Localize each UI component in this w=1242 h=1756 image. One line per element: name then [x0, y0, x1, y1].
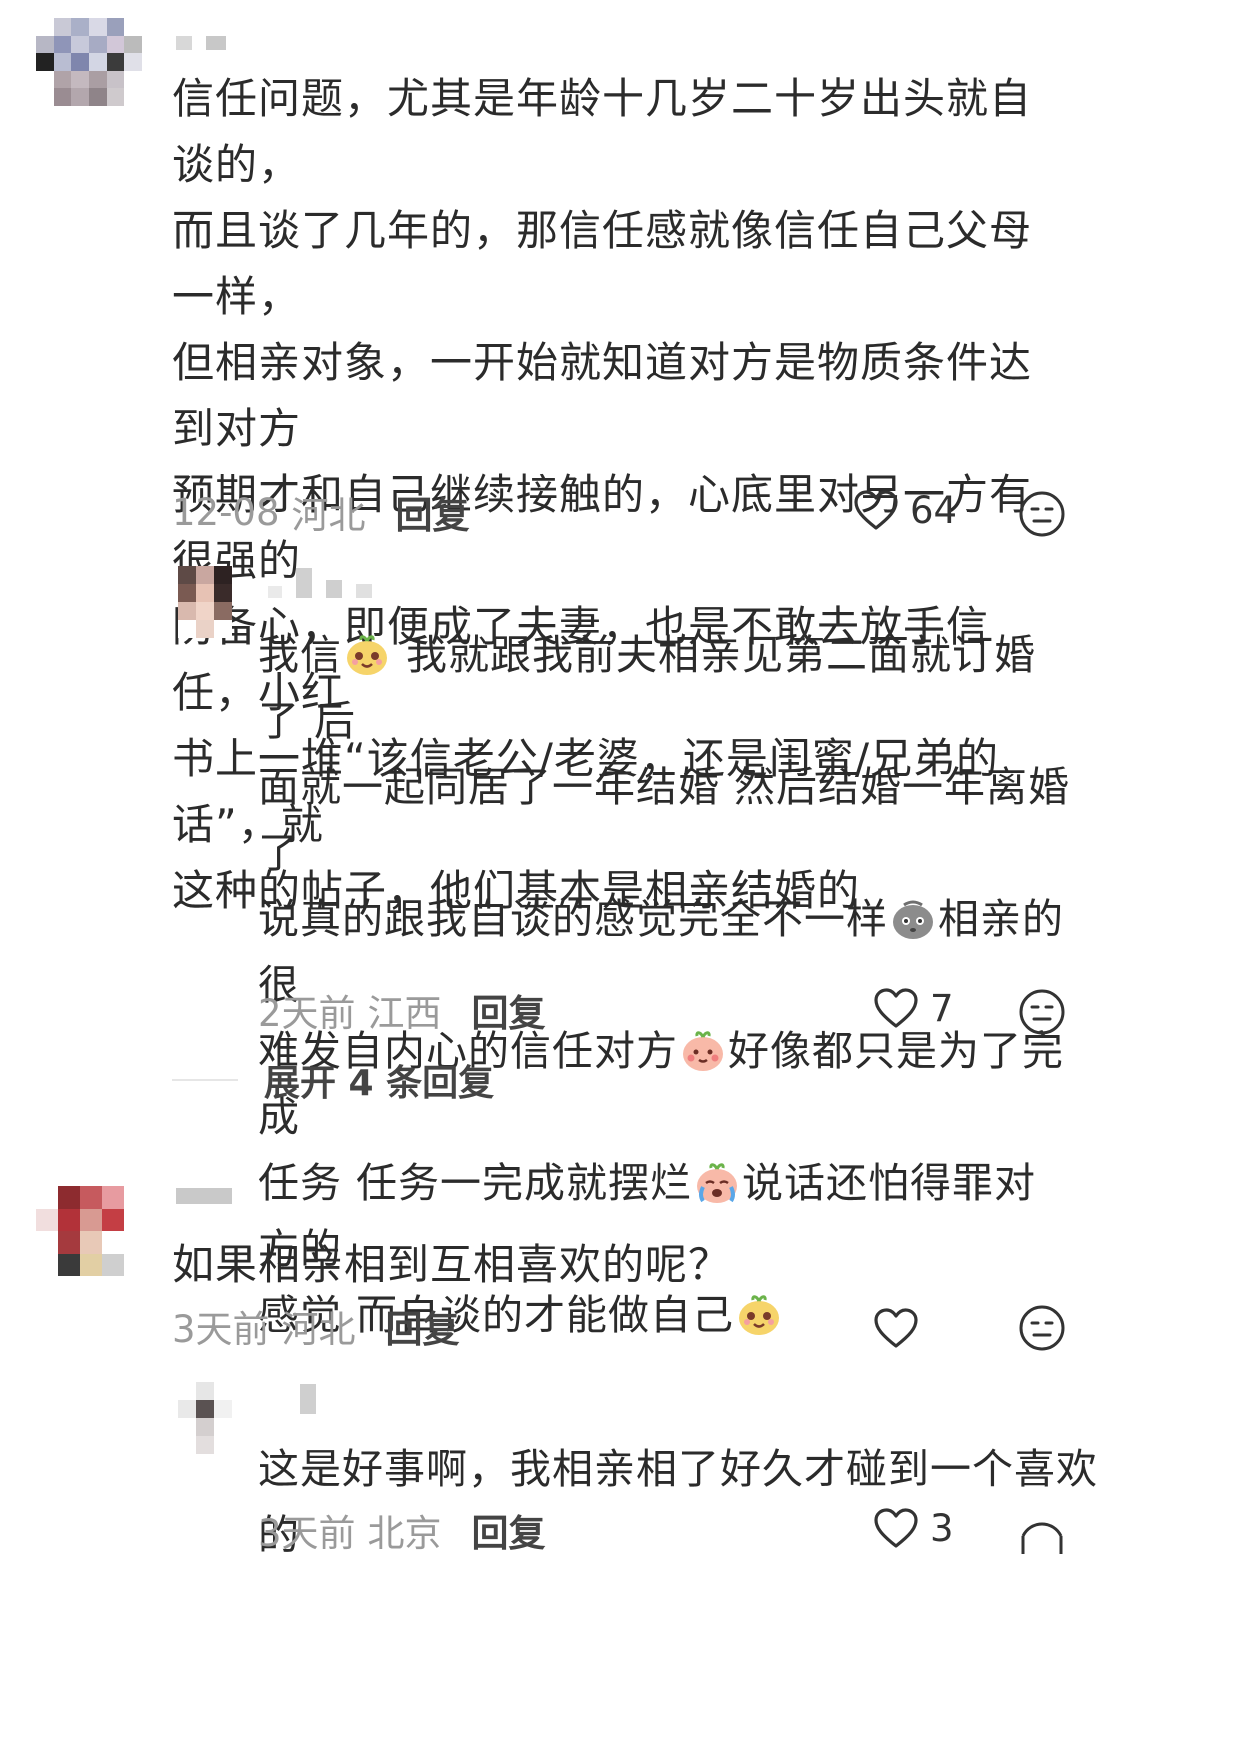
username-blurred[interactable]	[300, 1384, 316, 1414]
avatar[interactable]	[178, 566, 232, 638]
neutral-face-icon[interactable]	[1018, 1304, 1066, 1352]
heart-outline-icon	[854, 490, 898, 530]
heart-outline-icon	[874, 1308, 918, 1348]
comment-line: 但相亲对象，一开始就知道对方是物质条件达到对方	[172, 338, 1033, 453]
like-button[interactable]	[872, 1306, 930, 1350]
reply-line: 我信 我就跟我前夫相亲见第二面就订婚了 后	[258, 622, 1078, 754]
comment-meta: 12-08 河北 回复	[172, 490, 470, 538]
comment-date: 3天前	[172, 1308, 270, 1351]
comment-location: 河北	[291, 494, 366, 537]
like-count: 3	[930, 1506, 954, 1550]
username-blurred[interactable]	[176, 36, 226, 50]
shy-peach-emoji-icon	[683, 1031, 723, 1071]
comment-meta: 3天前 北京 回复	[258, 1508, 546, 1555]
like-button[interactable]: 64	[852, 488, 957, 532]
comment-line: 信任问题，尤其是年龄十几岁二十岁出头就自谈的，	[172, 74, 1033, 189]
comment-line: 而且谈了几年的，那信任感就像信任自己父母一样，	[172, 206, 1033, 321]
like-button[interactable]: 7	[872, 986, 954, 1030]
reply-text-segment: 说真的跟我自谈的感觉完全不一样	[258, 895, 888, 943]
reply-button[interactable]: 回复	[472, 983, 546, 1037]
reply-button[interactable]: 回复	[472, 1503, 546, 1557]
like-count: 64	[910, 488, 958, 532]
heart-outline-icon	[874, 1508, 918, 1548]
reply-text-segment: 任务 任务一完成就摆烂	[258, 1159, 693, 1207]
heart-outline-icon	[874, 988, 918, 1028]
divider	[172, 1079, 238, 1081]
username-blurred[interactable]	[176, 1188, 232, 1204]
comment-meta: 2天前 江西 回复	[258, 988, 546, 1035]
comment-date: 12-08	[172, 490, 280, 534]
reply-button[interactable]: 回复	[386, 1299, 460, 1353]
neutral-face-icon[interactable]	[1018, 490, 1066, 538]
comment-text: 如果相亲相到互相喜欢的呢？	[172, 1240, 732, 1289]
reply-button[interactable]: 回复	[396, 485, 470, 539]
happy-gourd-emoji-icon	[347, 635, 387, 675]
like-count: 7	[930, 986, 954, 1030]
neutral-face-icon[interactable]	[1018, 988, 1066, 1036]
reply-text-segment: 我信	[258, 631, 342, 679]
comment-location: 北京	[367, 1512, 442, 1555]
grey-rock-emoji-icon	[893, 900, 933, 939]
expand-replies-button[interactable]: 展开 4 条回复	[172, 1054, 494, 1106]
avatar[interactable]	[36, 1186, 124, 1276]
username-blurred[interactable]	[268, 568, 372, 598]
comment-date: 2天前	[258, 992, 356, 1035]
like-button[interactable]: 3	[872, 1506, 954, 1550]
comment-location: 河北	[281, 1308, 356, 1351]
comment-location: 江西	[367, 992, 442, 1035]
crying-peach-emoji-icon	[697, 1163, 738, 1203]
comment-meta: 3天前 河北 回复	[172, 1304, 460, 1351]
comment-date: 3天前	[258, 1512, 356, 1555]
avatar[interactable]	[36, 18, 142, 106]
expand-replies-label: 展开 4 条回复	[264, 1063, 495, 1104]
neutral-face-icon[interactable]	[1018, 1506, 1066, 1554]
reply-line: 面就一起同居了一年结婚 然后结婚一年离婚了	[258, 763, 1071, 877]
avatar[interactable]	[178, 1382, 232, 1454]
